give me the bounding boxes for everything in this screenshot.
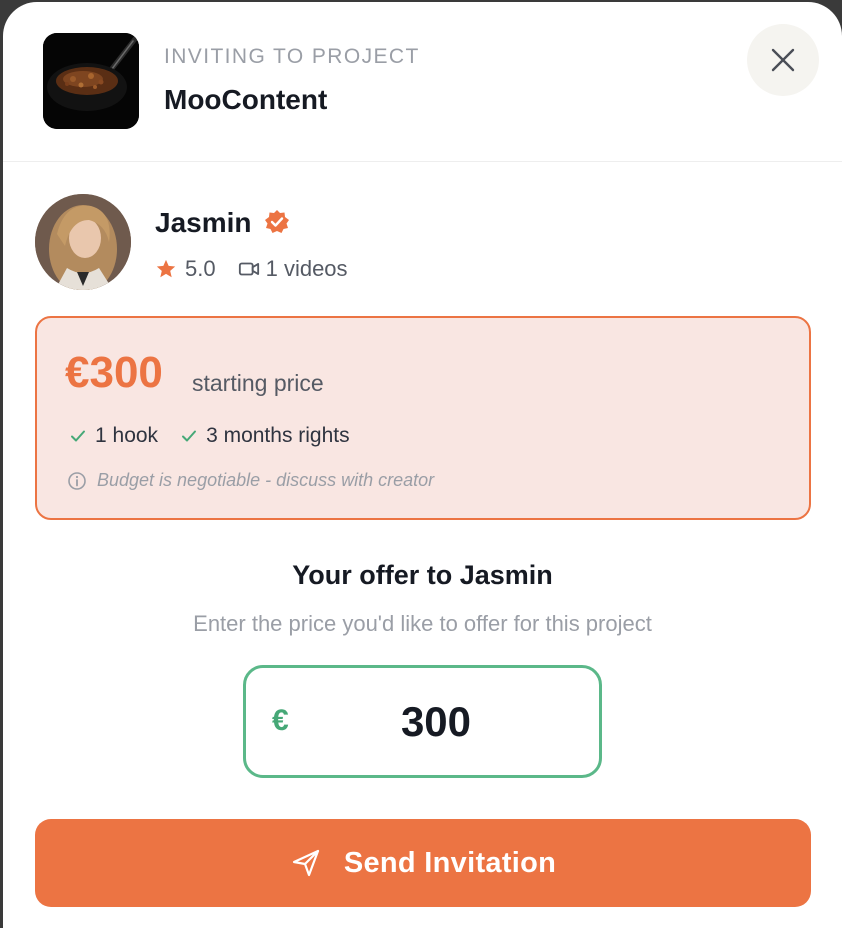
verified-badge-icon: [265, 210, 289, 233]
food-bowl-image: [43, 33, 139, 129]
invite-modal: INVITING TO PROJECT MooContent Jasmin 5.…: [3, 2, 842, 928]
currency-symbol: €: [272, 704, 289, 737]
send-icon: [292, 849, 319, 877]
creator-stats: 5.0 1 videos: [155, 256, 348, 282]
check-icon: [71, 430, 85, 442]
feature-item: 1 hook: [69, 424, 158, 448]
offer-subtitle: Enter the price you'd like to offer for …: [193, 611, 652, 636]
avatar-image: [35, 194, 131, 290]
send-invitation-button[interactable]: Send Invitation: [35, 819, 811, 907]
close-icon: [771, 48, 795, 72]
check-icon: [182, 430, 197, 442]
video-count: 1 videos: [265, 256, 348, 281]
offer-price-field[interactable]: €: [243, 665, 602, 778]
video-camera-icon: [238, 262, 259, 276]
price-label: starting price: [192, 370, 324, 396]
header-kicker: INVITING TO PROJECT: [164, 45, 420, 68]
project-name: MooContent: [164, 84, 328, 115]
feature-list: 1 hook 3 months rights: [69, 424, 372, 448]
send-invitation-label: Send Invitation: [343, 846, 557, 879]
creator-name: Jasmin: [155, 207, 252, 238]
feature-label: 1 hook: [95, 424, 159, 447]
starting-price: €300: [65, 348, 163, 397]
feature-label: 3 months rights: [206, 424, 350, 447]
modal-header: INVITING TO PROJECT MooContent: [3, 2, 842, 162]
price-card: €300 starting price 1 hook 3 months righ…: [35, 316, 811, 520]
offer-title: Your offer to Jasmin: [292, 560, 553, 590]
close-button[interactable]: [747, 24, 819, 96]
offer-price-input[interactable]: [316, 668, 556, 775]
rating-value: 5.0: [185, 256, 216, 281]
budget-note: Budget is negotiable - discuss with crea…: [67, 470, 434, 491]
project-thumbnail: [43, 33, 139, 129]
avatar[interactable]: [35, 194, 131, 290]
feature-item: 3 months rights: [180, 424, 350, 448]
star-icon: [156, 259, 176, 278]
budget-note-text: Budget is negotiable - discuss with crea…: [97, 470, 435, 490]
info-icon: [68, 471, 86, 490]
